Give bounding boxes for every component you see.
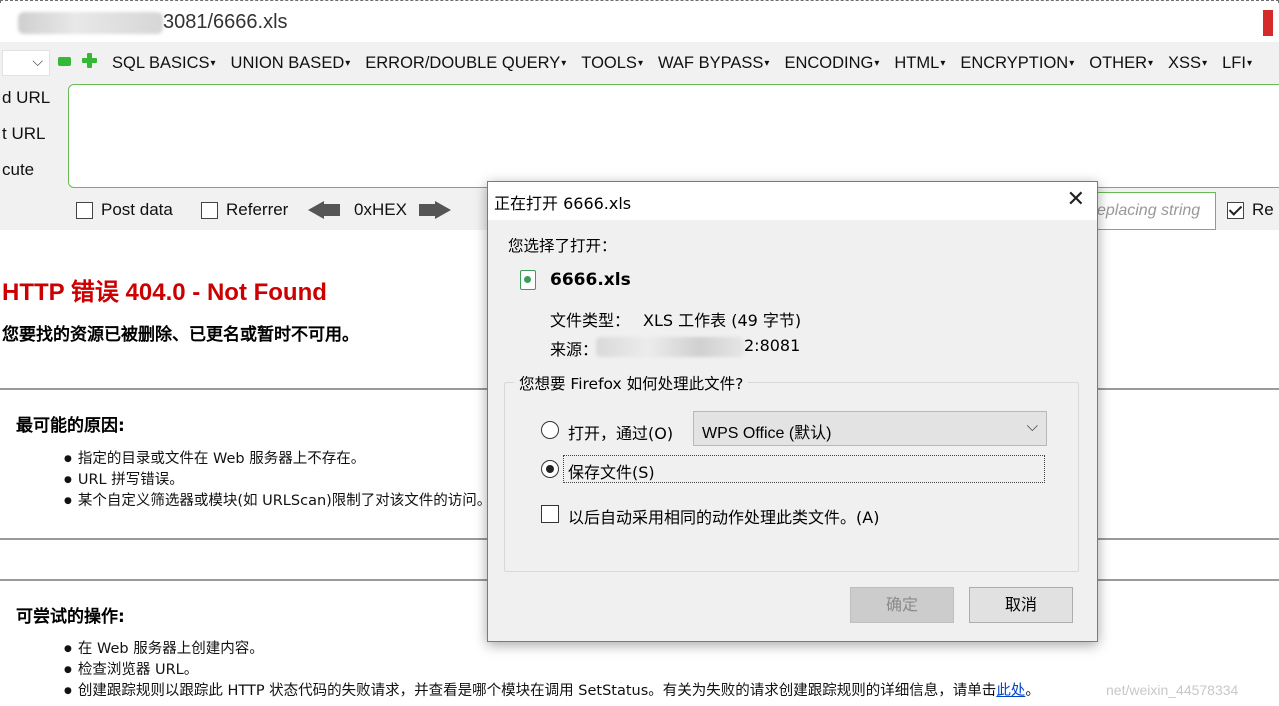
referrer-label: Referrer bbox=[226, 200, 289, 219]
replace-label: Re bbox=[1252, 200, 1274, 219]
actions-list: 在 Web 服务器上创建内容。 检查浏览器 URL。 创建跟踪规则以跟踪此 HT… bbox=[64, 639, 1040, 702]
file-name: 6666.xls bbox=[550, 270, 631, 290]
list-item: URL 拼写错误。 bbox=[64, 470, 491, 491]
list-item: 创建跟踪规则以跟踪此 HTTP 状态代码的失败请求，并查看是哪个模块在调用 Se… bbox=[64, 681, 1040, 702]
referrer-option[interactable]: Referrer bbox=[201, 200, 288, 220]
action-text: 创建跟踪规则以跟踪此 HTTP 状态代码的失败请求，并查看是哪个模块在调用 Se… bbox=[77, 683, 997, 699]
save-file-label[interactable]: 保存文件(S) bbox=[568, 459, 655, 483]
source-label: 来源： bbox=[550, 340, 599, 359]
url-textarea[interactable] bbox=[68, 84, 1279, 188]
minus-icon[interactable] bbox=[58, 57, 71, 66]
list-item: 检查浏览器 URL。 bbox=[64, 660, 1040, 681]
causes-list: 指定的目录或文件在 Web 服务器上不存在。 URL 拼写错误。 某个自定义筛选… bbox=[64, 449, 491, 512]
load-url-button[interactable]: d URL bbox=[2, 88, 50, 108]
plus-icon[interactable] bbox=[82, 53, 97, 68]
menu-encryption[interactable]: ENCRYPTION bbox=[960, 54, 1074, 73]
referrer-checkbox[interactable] bbox=[201, 201, 218, 219]
open-file-dialog: 正在打开 6666.xls ✕ 您选择了打开： 6666.xls 文件类型： X… bbox=[487, 181, 1098, 642]
menu-xss[interactable]: XSS bbox=[1168, 54, 1207, 73]
page-title: HTTP 错误 404.0 - Not Found bbox=[2, 279, 327, 306]
menu-tools[interactable]: TOOLS bbox=[581, 54, 643, 73]
execute-button[interactable]: cute bbox=[2, 160, 34, 180]
address-bar[interactable]: 3081/6666.xls bbox=[0, 4, 1279, 42]
list-item: 在 Web 服务器上创建内容。 bbox=[64, 639, 1040, 660]
menu-waf-bypass[interactable]: WAF BYPASS bbox=[658, 54, 769, 73]
replace-checkbox[interactable] bbox=[1227, 201, 1244, 219]
source-value: 2:8081 bbox=[744, 336, 801, 355]
menu-html[interactable]: HTML bbox=[894, 54, 945, 73]
dialog-titlebar[interactable]: 正在打开 6666.xls ✕ bbox=[488, 182, 1097, 220]
handling-question: 您想要 Firefox 如何处理此文件? bbox=[514, 372, 749, 394]
save-file-radio[interactable] bbox=[541, 460, 559, 478]
menu-other[interactable]: OTHER bbox=[1089, 54, 1153, 73]
extension-icon[interactable] bbox=[1263, 10, 1273, 36]
open-with-label[interactable]: 打开，通过(O) bbox=[568, 420, 673, 444]
menu-lfi[interactable]: LFI bbox=[1222, 54, 1252, 73]
url-text: 3081/6666.xls bbox=[163, 11, 288, 33]
post-data-label: Post data bbox=[101, 200, 173, 219]
actions-title: 可尝试的操作: bbox=[16, 607, 125, 627]
application-select[interactable]: WPS Office (默认) ⌵ bbox=[693, 411, 1047, 446]
redacted-source bbox=[596, 337, 744, 357]
replace-option[interactable]: Re bbox=[1227, 200, 1274, 220]
auto-action-checkbox[interactable] bbox=[541, 505, 559, 523]
hex-control: 0xHEX bbox=[308, 200, 451, 220]
split-url-button[interactable]: t URL bbox=[2, 124, 45, 144]
redacted-host bbox=[18, 12, 163, 34]
cancel-button[interactable]: 取消 bbox=[969, 587, 1073, 623]
file-type-value: XLS 工作表 (49 字节) bbox=[643, 311, 802, 330]
dialog-title: 正在打开 6666.xls bbox=[494, 194, 632, 213]
chevron-down-icon: ⌵ bbox=[32, 54, 43, 70]
hackbar-select[interactable]: ⌵ bbox=[2, 50, 50, 76]
chosen-label: 您选择了打开： bbox=[508, 237, 617, 255]
details-link[interactable]: 此处 bbox=[996, 683, 1025, 699]
auto-action-label[interactable]: 以后自动采用相同的动作处理此类文件。(A) bbox=[568, 504, 879, 528]
spreadsheet-file-icon bbox=[520, 270, 536, 290]
application-select-value: WPS Office (默认) bbox=[702, 425, 832, 442]
menu-sql-basics[interactable]: SQL BASICS bbox=[112, 54, 216, 73]
causes-title: 最可能的原因: bbox=[16, 416, 125, 436]
arrow-right-icon[interactable] bbox=[418, 201, 451, 219]
open-with-radio[interactable] bbox=[541, 421, 559, 439]
menu-error-double-query[interactable]: ERROR/DOUBLE QUERY bbox=[365, 54, 566, 73]
post-data-option[interactable]: Post data bbox=[76, 200, 173, 220]
close-icon[interactable]: ✕ bbox=[1067, 187, 1085, 212]
page-subtitle: 您要找的资源已被删除、已更名或暂时不可用。 bbox=[2, 325, 359, 345]
hackbar-menu: SQL BASICS UNION BASED ERROR/DOUBLE QUER… bbox=[112, 54, 1267, 73]
action-suffix: 。 bbox=[1025, 683, 1040, 699]
menu-union-based[interactable]: UNION BASED bbox=[231, 54, 351, 73]
watermark: net/weixin_44578334 bbox=[1106, 682, 1239, 698]
ok-button[interactable]: 确定 bbox=[850, 587, 954, 623]
arrow-left-icon[interactable] bbox=[308, 201, 340, 219]
menu-encoding[interactable]: ENCODING bbox=[784, 54, 879, 73]
file-type-label: 文件类型： bbox=[550, 311, 631, 330]
chevron-down-icon: ⌵ bbox=[1026, 417, 1038, 435]
list-item: 某个自定义筛选器或模块(如 URLScan)限制了对该文件的访问。 bbox=[64, 491, 491, 512]
post-data-checkbox[interactable] bbox=[76, 201, 93, 219]
list-item: 指定的目录或文件在 Web 服务器上不存在。 bbox=[64, 449, 491, 470]
hex-label: 0xHEX bbox=[354, 200, 407, 219]
